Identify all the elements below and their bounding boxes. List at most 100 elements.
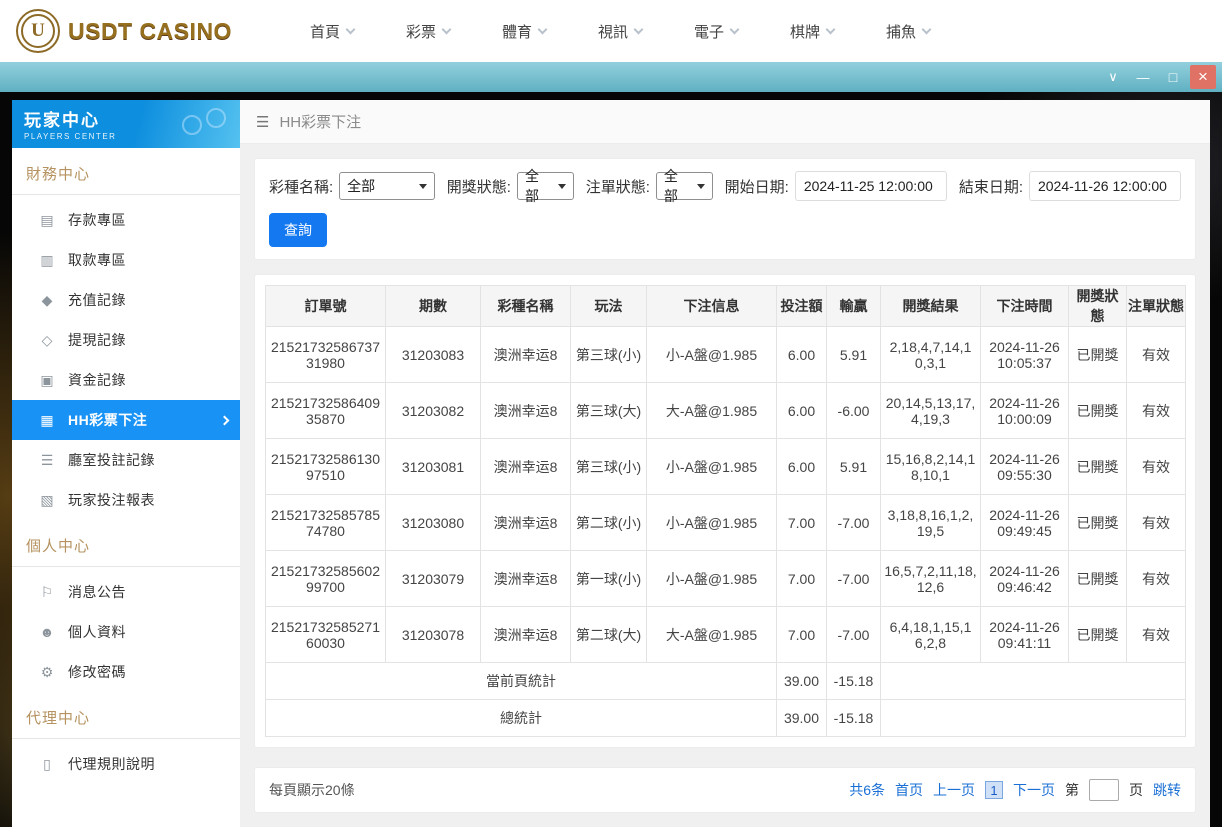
cell-win-loss: 5.91 [827, 439, 881, 495]
sidebar: 玩家中心 PLAYERS CENTER 財務中心 ▤ 存款專區 ▥ 取款專區 ◆… [12, 100, 240, 827]
fund-record-icon: ▣ [39, 372, 55, 389]
cell-lottery-name: 澳洲幸运8 [481, 439, 571, 495]
nav-item-4[interactable]: 電子 [694, 21, 738, 42]
sidebar-item-label: 修改密碼 [68, 662, 126, 682]
brand-logo[interactable]: U USDT CASINO [16, 9, 232, 53]
cell-period: 31203083 [386, 327, 481, 383]
cell-bet-time: 2024-11-26 10:00:09 [981, 383, 1069, 439]
nav-item-label: 首頁 [310, 21, 340, 42]
bets-table: 訂單號期數彩種名稱玩法下注信息投注額輸贏開獎結果下注時間開獎狀態注單狀態 215… [265, 285, 1186, 737]
sidebar-header: 玩家中心 PLAYERS CENTER [12, 100, 240, 148]
cell-draw-result: 16,5,7,2,11,18,12,6 [881, 551, 981, 607]
chevron-right-icon [220, 415, 230, 425]
cell-bet-time: 2024-11-26 10:05:37 [981, 327, 1069, 383]
cell-bet-status: 有效 [1127, 495, 1186, 551]
sidebar-item-deposit[interactable]: ▤ 存款專區 [12, 200, 240, 240]
sidebar-item-change-password[interactable]: ⚙ 修改密碼 [12, 652, 240, 692]
cell-bet-info: 小-A盤@1.985 [647, 439, 777, 495]
page-jump-go-link[interactable]: 跳转 [1153, 780, 1181, 800]
cell-period: 31203080 [386, 495, 481, 551]
report-icon: ▧ [39, 492, 55, 509]
nav-item-0[interactable]: 首頁 [310, 21, 354, 42]
chevron-down-icon [558, 184, 566, 189]
chevron-down-icon [538, 24, 548, 34]
top-navbar: U USDT CASINO 首頁 彩票 體育 視訊 電子 棋牌 捕魚 [0, 0, 1222, 62]
page-title: HH彩票下注 [279, 111, 361, 132]
chevron-down-icon [697, 184, 705, 189]
table-row: 2152173258673731980 31203083 澳洲幸运8 第三球(小… [266, 327, 1186, 383]
sidebar-item-cashout-records[interactable]: ◇ 提現記錄 [12, 320, 240, 360]
draw-status-select[interactable]: 全部 [517, 172, 574, 200]
cell-period: 31203078 [386, 607, 481, 663]
page-summary-label: 當前頁統計 [266, 663, 777, 700]
cell-order-number: 2152173258640935870 [266, 383, 386, 439]
main-panel: HH彩票下注 彩種名稱: 全部 開獎狀態: 全部 [240, 100, 1210, 827]
page-jump-input[interactable] [1089, 779, 1119, 801]
column-header: 輸贏 [827, 286, 881, 327]
lottery-select-label: 彩種名稱: [269, 176, 333, 197]
content-area: 彩種名稱: 全部 開獎狀態: 全部 注單狀態: [240, 144, 1210, 827]
next-page-link[interactable]: 下一页 [1013, 780, 1055, 800]
cell-draw-status: 已開獎 [1069, 327, 1127, 383]
bet-status-select-label: 注單狀態: [586, 176, 650, 197]
nav-item-label: 視訊 [598, 21, 628, 42]
column-header: 彩種名稱 [481, 286, 571, 327]
prev-page-link[interactable]: 上一页 [933, 780, 975, 800]
sidebar-item-label: 存款專區 [68, 210, 126, 230]
lottery-select[interactable]: 全部 [339, 172, 435, 200]
page-summary-win-total: -15.18 [827, 663, 881, 700]
cell-bet-time: 2024-11-26 09:49:45 [981, 495, 1069, 551]
window-collapse-chevron-icon[interactable] [1100, 65, 1126, 89]
page-jump-prefix: 第 [1065, 780, 1079, 800]
brand-logo-icon: U [16, 9, 60, 53]
nav-item-3[interactable]: 視訊 [598, 21, 642, 42]
window-maximize-button[interactable] [1160, 65, 1186, 89]
total-summary-win-total: -15.18 [827, 700, 881, 737]
cell-bet-info: 小-A盤@1.985 [647, 551, 777, 607]
sidebar-item-notices[interactable]: ⚐ 消息公告 [12, 572, 240, 612]
nav-item-6[interactable]: 捕魚 [886, 21, 930, 42]
sidebar-item-withdraw[interactable]: ▥ 取款專區 [12, 240, 240, 280]
start-date-input[interactable] [795, 171, 947, 201]
sidebar-item-hall-bet-records[interactable]: ☰ 廳室投註記錄 [12, 440, 240, 480]
page-summary-bet-total: 39.00 [777, 663, 827, 700]
nav-item-5[interactable]: 棋牌 [790, 21, 834, 42]
sidebar-item-recharge-records[interactable]: ◆ 充值記錄 [12, 280, 240, 320]
bet-status-select[interactable]: 全部 [656, 172, 713, 200]
cell-win-loss: -7.00 [827, 495, 881, 551]
chevron-down-icon [419, 184, 427, 189]
cell-play-type: 第一球(小) [571, 551, 647, 607]
sidebar-menu: 財務中心 ▤ 存款專區 ▥ 取款專區 ◆ 充值記錄 ◇ 提現記錄 ▣ 資金記錄 … [12, 148, 240, 784]
sidebar-item-player-bet-report[interactable]: ▧ 玩家投注報表 [12, 480, 240, 520]
cell-bet-status: 有效 [1127, 383, 1186, 439]
sidebar-item-fund-records[interactable]: ▣ 資金記錄 [12, 360, 240, 400]
query-button[interactable]: 查詢 [269, 213, 327, 247]
current-page-button[interactable]: 1 [985, 781, 1003, 799]
cell-lottery-name: 澳洲幸运8 [481, 327, 571, 383]
page-jump-suffix: 页 [1129, 780, 1143, 800]
cell-lottery-name: 澳洲幸运8 [481, 551, 571, 607]
sidebar-item-label: 玩家投注報表 [68, 490, 155, 510]
sidebar-item-label: 代理規則說明 [68, 754, 155, 774]
window-close-button[interactable] [1190, 65, 1216, 89]
nav-item-2[interactable]: 體育 [502, 21, 546, 42]
draw-status-select-label: 開獎狀態: [447, 176, 511, 197]
hamburger-menu-icon[interactable] [256, 113, 269, 131]
lottery-bet-icon: ▦ [39, 412, 55, 429]
cell-order-number: 2152173258613097510 [266, 439, 386, 495]
nav-item-1[interactable]: 彩票 [406, 21, 450, 42]
end-date-input[interactable] [1029, 171, 1181, 201]
pagination-controls: 共6条 首页 上一页 1 下一页 第 页 跳转 [849, 779, 1181, 801]
sidebar-item-profile[interactable]: ☻ 個人資料 [12, 612, 240, 652]
cell-win-loss: -7.00 [827, 607, 881, 663]
window-minimize-button[interactable] [1130, 65, 1156, 89]
draw-status-select-value: 全部 [525, 166, 550, 206]
first-page-link[interactable]: 首页 [895, 780, 923, 800]
start-date-label: 開始日期: [725, 176, 789, 197]
table-row: 2152173258527160030 31203078 澳洲幸运8 第二球(大… [266, 607, 1186, 663]
cell-draw-status: 已開獎 [1069, 383, 1127, 439]
sidebar-item-agent-rules[interactable]: ▯ 代理規則說明 [12, 744, 240, 784]
sidebar-item-hh-lottery-bets[interactable]: ▦ HH彩票下注 [12, 400, 240, 440]
cell-bet-info: 小-A盤@1.985 [647, 327, 777, 383]
total-count-label: 共6条 [849, 780, 885, 800]
